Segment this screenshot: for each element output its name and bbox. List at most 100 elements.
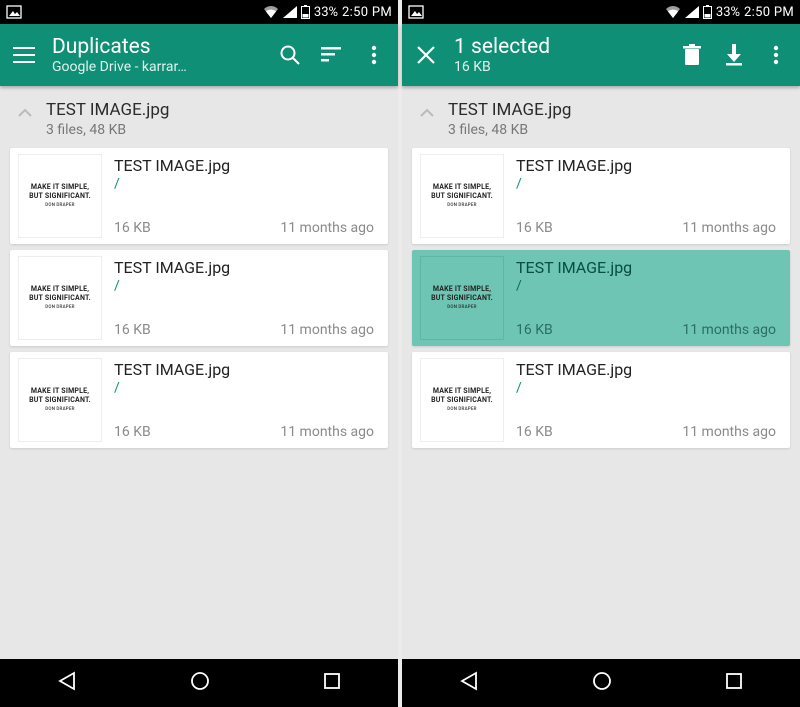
back-icon[interactable] xyxy=(56,670,78,696)
thumb-line3: DON DRAPER xyxy=(45,203,74,209)
thumb-line2: BUT SIGNIFICANT. xyxy=(431,294,493,303)
phone-right: 33% 2:50 PM 1 selected 16 KB xyxy=(402,0,800,707)
thumb-line2: BUT SIGNIFICANT. xyxy=(29,192,91,201)
clock: 2:50 PM xyxy=(342,5,392,20)
file-name: TEST IMAGE.jpg xyxy=(516,360,776,379)
group-header[interactable]: TEST IMAGE.jpg 3 files, 48 KB xyxy=(402,86,800,148)
file-name: TEST IMAGE.jpg xyxy=(114,258,374,277)
signal-icon xyxy=(283,6,297,18)
delete-icon[interactable] xyxy=(678,41,706,69)
home-icon[interactable] xyxy=(591,670,613,696)
wifi-icon xyxy=(665,6,681,18)
battery-percent: 33% xyxy=(314,5,338,20)
selection-app-bar: 1 selected 16 KB xyxy=(402,24,800,86)
battery-percent: 33% xyxy=(716,5,740,20)
file-path: / xyxy=(516,176,776,192)
file-size: 16 KB xyxy=(114,220,151,236)
file-path: / xyxy=(114,380,374,396)
group-summary: 3 files, 48 KB xyxy=(46,122,169,138)
picture-icon xyxy=(408,5,424,19)
file-card[interactable]: MAKE IT SIMPLE,BUT SIGNIFICANT. DON DRAPE… xyxy=(10,250,388,346)
thumb-line3: DON DRAPER xyxy=(45,305,74,311)
thumb-line3: DON DRAPER xyxy=(447,305,476,311)
status-bar: 33% 2:50 PM xyxy=(402,0,800,24)
status-bar: 33% 2:50 PM xyxy=(0,0,398,24)
file-card[interactable]: MAKE IT SIMPLE,BUT SIGNIFICANT. DON DRAPE… xyxy=(412,148,790,244)
selection-title: 1 selected xyxy=(454,35,672,59)
group-header[interactable]: TEST IMAGE.jpg 3 files, 48 KB xyxy=(0,86,398,148)
hamburger-icon[interactable] xyxy=(10,41,38,69)
file-thumbnail: MAKE IT SIMPLE,BUT SIGNIFICANT. DON DRAPE… xyxy=(420,154,504,238)
file-card[interactable]: MAKE IT SIMPLE,BUT SIGNIFICANT. DON DRAPE… xyxy=(10,148,388,244)
battery-icon xyxy=(301,5,310,19)
file-path: / xyxy=(516,278,776,294)
file-path: / xyxy=(516,380,776,396)
file-size: 16 KB xyxy=(114,322,151,338)
file-age: 11 months ago xyxy=(280,424,374,440)
file-card[interactable]: MAKE IT SIMPLE,BUT SIGNIFICANT. DON DRAPE… xyxy=(10,352,388,448)
file-thumbnail: MAKE IT SIMPLE,BUT SIGNIFICANT. DON DRAPE… xyxy=(420,358,504,442)
file-size: 16 KB xyxy=(516,322,553,338)
overflow-icon[interactable] xyxy=(360,41,388,69)
clock: 2:50 PM xyxy=(744,5,794,20)
app-bar: Duplicates Google Drive - karrar… xyxy=(0,24,398,86)
thumb-line2: BUT SIGNIFICANT. xyxy=(431,192,493,201)
file-size: 16 KB xyxy=(516,220,553,236)
file-name: TEST IMAGE.jpg xyxy=(114,156,374,175)
chevron-up-icon xyxy=(18,103,36,122)
file-age: 11 months ago xyxy=(682,322,776,338)
file-age: 11 months ago xyxy=(682,424,776,440)
file-card[interactable]: MAKE IT SIMPLE,BUT SIGNIFICANT. DON DRAPE… xyxy=(412,352,790,448)
file-thumbnail: MAKE IT SIMPLE,BUT SIGNIFICANT. DON DRAPE… xyxy=(18,256,102,340)
file-age: 11 months ago xyxy=(280,220,374,236)
appbar-subtitle: Google Drive - karrar… xyxy=(52,59,270,75)
thumb-line2: BUT SIGNIFICANT. xyxy=(431,396,493,405)
picture-icon xyxy=(6,5,22,19)
file-list: MAKE IT SIMPLE,BUT SIGNIFICANT.DON DRAPE… xyxy=(0,148,398,659)
file-name: TEST IMAGE.jpg xyxy=(114,360,374,379)
selection-subtitle: 16 KB xyxy=(454,59,672,75)
file-age: 11 months ago xyxy=(280,322,374,338)
chevron-up-icon xyxy=(420,103,438,122)
thumb-line1: MAKE IT SIMPLE, xyxy=(433,387,491,396)
sort-icon[interactable] xyxy=(318,41,346,69)
thumb-line2: BUT SIGNIFICANT. xyxy=(29,294,91,303)
download-icon[interactable] xyxy=(720,41,748,69)
recents-icon[interactable] xyxy=(322,671,342,695)
nav-bar xyxy=(402,659,800,707)
thumb-line3: DON DRAPER xyxy=(447,203,476,209)
recents-icon[interactable] xyxy=(724,671,744,695)
nav-bar xyxy=(0,659,398,707)
file-thumbnail: MAKE IT SIMPLE,BUT SIGNIFICANT. DON DRAPE… xyxy=(18,154,102,238)
file-name: TEST IMAGE.jpg xyxy=(516,156,776,175)
thumb-line3: DON DRAPER xyxy=(447,407,476,413)
thumb-line1: MAKE IT SIMPLE, xyxy=(31,387,89,396)
file-thumbnail: MAKE IT SIMPLE,BUT SIGNIFICANT. DON DRAPE… xyxy=(18,358,102,442)
file-name: TEST IMAGE.jpg xyxy=(516,258,776,277)
group-summary: 3 files, 48 KB xyxy=(448,122,571,138)
thumb-line1: MAKE IT SIMPLE, xyxy=(31,285,89,294)
thumb-line2: BUT SIGNIFICANT. xyxy=(29,396,91,405)
file-list: MAKE IT SIMPLE,BUT SIGNIFICANT.DON DRAPE… xyxy=(402,148,800,659)
overflow-icon[interactable] xyxy=(762,41,790,69)
appbar-title: Duplicates xyxy=(52,35,270,59)
back-icon[interactable] xyxy=(458,670,480,696)
thumb-line1: MAKE IT SIMPLE, xyxy=(433,285,491,294)
signal-icon xyxy=(685,6,699,18)
file-card[interactable]: MAKE IT SIMPLE,BUT SIGNIFICANT. DON DRAPE… xyxy=(412,250,790,346)
file-thumbnail: MAKE IT SIMPLE,BUT SIGNIFICANT. DON DRAPE… xyxy=(420,256,504,340)
file-size: 16 KB xyxy=(114,424,151,440)
file-size: 16 KB xyxy=(516,424,553,440)
wifi-icon xyxy=(263,6,279,18)
thumb-line3: DON DRAPER xyxy=(45,407,74,413)
thumb-line1: MAKE IT SIMPLE, xyxy=(31,183,89,192)
group-title: TEST IMAGE.jpg xyxy=(448,100,571,120)
file-path: / xyxy=(114,176,374,192)
phone-left: 33% 2:50 PM Duplicates Google Drive - ka… xyxy=(0,0,398,707)
home-icon[interactable] xyxy=(189,670,211,696)
close-icon[interactable] xyxy=(412,41,440,69)
group-title: TEST IMAGE.jpg xyxy=(46,100,169,120)
battery-icon xyxy=(703,5,712,19)
thumb-line1: MAKE IT SIMPLE, xyxy=(433,183,491,192)
search-icon[interactable] xyxy=(276,41,304,69)
